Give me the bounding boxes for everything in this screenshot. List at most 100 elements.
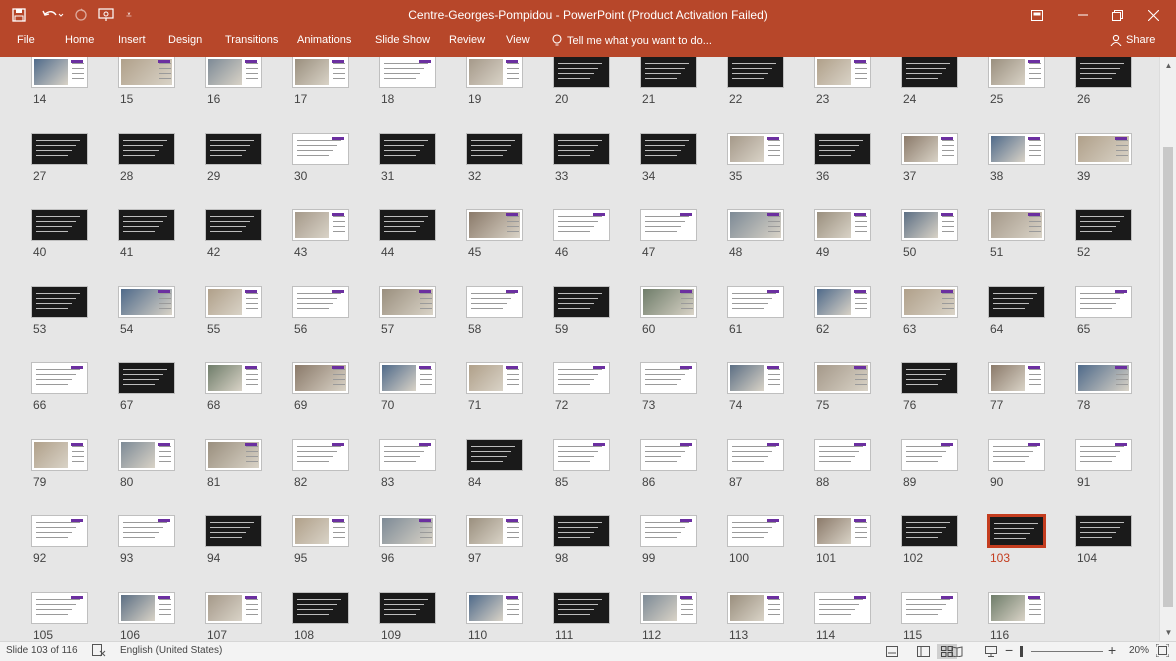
slide-thumbnail-31[interactable]: 31: [379, 132, 449, 183]
tab-insert[interactable]: Insert: [118, 34, 146, 46]
slide-thumbnail-95[interactable]: 95: [292, 515, 362, 565]
slide-thumbnail-79[interactable]: 79: [31, 438, 101, 489]
slide-thumbnail-109[interactable]: 109: [379, 591, 449, 641]
language-indicator[interactable]: English (United States): [120, 645, 222, 656]
slide-thumbnail-97[interactable]: 97: [466, 515, 536, 565]
slide-thumbnail-65[interactable]: 65: [1075, 285, 1145, 336]
slide-thumbnail-55[interactable]: 55: [205, 285, 275, 336]
slide-thumbnail-81[interactable]: 81: [205, 438, 275, 489]
slide-thumbnail-36[interactable]: 36: [814, 132, 884, 183]
slide-thumbnail-99[interactable]: 99: [640, 515, 710, 565]
slide-thumbnail-88[interactable]: 88: [814, 438, 884, 489]
zoom-out-button[interactable]: −: [1005, 642, 1013, 658]
slide-thumbnail-78[interactable]: 78: [1075, 362, 1145, 412]
slide-thumbnail-57[interactable]: 57: [379, 285, 449, 336]
share-button[interactable]: Share: [1110, 34, 1155, 46]
ribbon-display-icon[interactable]: [1014, 0, 1060, 30]
slide-thumbnail-70[interactable]: 70: [379, 362, 449, 412]
slide-thumbnail-114[interactable]: 114: [814, 591, 884, 641]
slide-thumbnail-107[interactable]: 107: [205, 591, 275, 641]
slide-thumbnail-68[interactable]: 68: [205, 362, 275, 412]
scroll-thumb[interactable]: [1163, 147, 1173, 607]
slide-thumbnail-64[interactable]: 64: [988, 285, 1058, 336]
proofing-icon[interactable]: [92, 644, 106, 660]
notes-icon[interactable]: [882, 644, 902, 659]
slide-thumbnail-48[interactable]: 48: [727, 209, 797, 259]
tab-home[interactable]: Home: [65, 34, 94, 46]
slide-thumbnail-74[interactable]: 74: [727, 362, 797, 412]
tab-slide-show[interactable]: Slide Show: [375, 34, 430, 46]
slide-thumbnail-17[interactable]: 17: [292, 57, 362, 106]
slide-thumbnail-89[interactable]: 89: [901, 438, 971, 489]
zoom-slider[interactable]: [1031, 651, 1103, 652]
slide-thumbnail-39[interactable]: 39: [1075, 132, 1145, 183]
zoom-slider-handle[interactable]: [1020, 646, 1023, 657]
slide-thumbnail-16[interactable]: 16: [205, 57, 275, 106]
slide-thumbnail-37[interactable]: 37: [901, 132, 971, 183]
slide-thumbnail-66[interactable]: 66: [31, 362, 101, 412]
tab-file[interactable]: File: [17, 34, 35, 46]
slide-thumbnail-100[interactable]: 100: [727, 515, 797, 565]
slide-thumbnail-85[interactable]: 85: [553, 438, 623, 489]
slide-thumbnail-21[interactable]: 21: [640, 57, 710, 106]
save-icon[interactable]: [8, 0, 30, 30]
customize-icon[interactable]: ⩡: [122, 0, 136, 30]
slide-thumbnail-49[interactable]: 49: [814, 209, 884, 259]
slide-thumbnail-38[interactable]: 38: [988, 132, 1058, 183]
slide-thumbnail-47[interactable]: 47: [640, 209, 710, 259]
slide-thumbnail-54[interactable]: 54: [118, 285, 188, 336]
slide-thumbnail-80[interactable]: 80: [118, 438, 188, 489]
slide-thumbnail-33[interactable]: 33: [553, 132, 623, 183]
slide-thumbnail-45[interactable]: 45: [466, 209, 536, 259]
close-icon[interactable]: [1130, 0, 1176, 30]
slide-thumbnail-26[interactable]: 26: [1075, 57, 1145, 106]
fit-to-window-icon[interactable]: [1155, 643, 1170, 660]
slide-thumbnail-19[interactable]: 19: [466, 57, 536, 106]
zoom-in-button[interactable]: +: [1108, 642, 1116, 658]
redo-icon[interactable]: [72, 0, 90, 30]
slide-thumbnail-46[interactable]: 46: [553, 209, 623, 259]
slide-thumbnail-40[interactable]: 40: [31, 209, 101, 259]
slide-thumbnail-20[interactable]: 20: [553, 57, 623, 106]
slide-thumbnail-44[interactable]: 44: [379, 209, 449, 259]
slide-thumbnail-76[interactable]: 76: [901, 362, 971, 412]
slide-thumbnail-14[interactable]: 14: [31, 57, 101, 106]
slide-thumbnail-110[interactable]: 110: [466, 591, 536, 641]
slide-info[interactable]: Slide 103 of 116: [6, 645, 78, 656]
slide-thumbnail-27[interactable]: 27: [31, 132, 101, 183]
slide-thumbnail-111[interactable]: 111: [553, 591, 623, 641]
zoom-level[interactable]: 20%: [1129, 645, 1149, 656]
present-icon[interactable]: [96, 0, 116, 30]
scroll-up-icon[interactable]: ▲: [1160, 57, 1176, 74]
slide-thumbnail-104[interactable]: 104: [1075, 515, 1145, 565]
slide-thumbnail-69[interactable]: 69: [292, 362, 362, 412]
slide-thumbnail-43[interactable]: 43: [292, 209, 362, 259]
slide-thumbnail-52[interactable]: 52: [1075, 209, 1145, 259]
slide-thumbnail-115[interactable]: 115: [901, 591, 971, 641]
slide-thumbnail-77[interactable]: 77: [988, 362, 1058, 412]
slide-thumbnail-63[interactable]: 63: [901, 285, 971, 336]
slide-thumbnail-67[interactable]: 67: [118, 362, 188, 412]
tab-review[interactable]: Review: [449, 34, 485, 46]
slide-thumbnail-87[interactable]: 87: [727, 438, 797, 489]
tab-animations[interactable]: Animations: [297, 34, 351, 46]
slide-thumbnail-112[interactable]: 112: [640, 591, 710, 641]
tab-design[interactable]: Design: [168, 34, 202, 46]
slide-thumbnail-18[interactable]: 18: [379, 57, 449, 106]
slide-thumbnail-83[interactable]: 83: [379, 438, 449, 489]
slide-thumbnail-62[interactable]: 62: [814, 285, 884, 336]
slide-thumbnail-22[interactable]: 22: [727, 57, 797, 106]
tab-transitions[interactable]: Transitions: [225, 34, 278, 46]
slide-thumbnail-106[interactable]: 106: [118, 591, 188, 641]
slide-thumbnail-35[interactable]: 35: [727, 132, 797, 183]
tell-me-box[interactable]: Tell me what you want to do...: [552, 34, 712, 47]
normal-view-icon[interactable]: [913, 644, 933, 659]
slide-thumbnail-50[interactable]: 50: [901, 209, 971, 259]
slide-thumbnail-91[interactable]: 91: [1075, 438, 1145, 489]
slide-thumbnail-56[interactable]: 56: [292, 285, 362, 336]
slide-thumbnail-116[interactable]: 116: [988, 591, 1058, 641]
slide-thumbnail-24[interactable]: 24: [901, 57, 971, 106]
slide-thumbnail-98[interactable]: 98: [553, 515, 623, 565]
slide-thumbnail-75[interactable]: 75: [814, 362, 884, 412]
slide-thumbnail-105[interactable]: 105: [31, 591, 101, 641]
